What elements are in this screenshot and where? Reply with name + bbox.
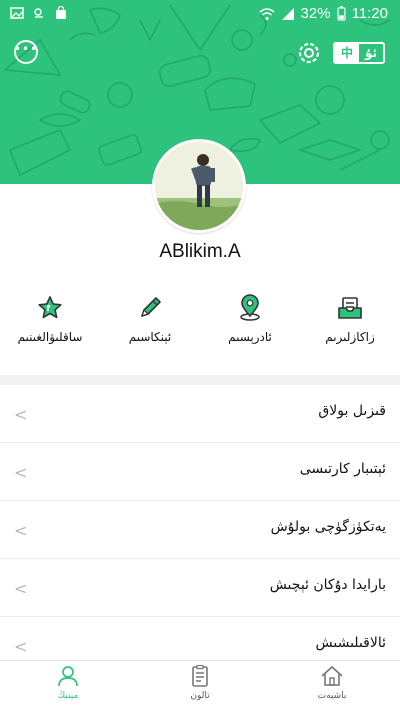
chevron-left-icon: < (14, 405, 28, 424)
menu-item-label: بارايدا دۇكان ئېچىش (269, 577, 386, 593)
battery-percent: 32% (300, 5, 331, 22)
menu-item-discount-card[interactable]: < ئېتىبار كارتىسى (0, 443, 400, 501)
quick-action-favorites[interactable]: ساقلىۋالغىنىم (0, 290, 100, 360)
quick-action-orders-label: زاكازلىرىم (325, 330, 375, 344)
menu-item-label: ئالاقىلىشىش (315, 635, 387, 651)
bottom-tab-bar: باشبەت تالون مېنىڭ (0, 660, 400, 711)
status-left-icons (10, 6, 68, 20)
menu-item-become-courier[interactable]: < يەتكۈزگۈچى بولۇش (0, 501, 400, 559)
menu-item-label: ئېتىبار كارتىسى (299, 461, 386, 477)
status-right: 32% 11:20 (259, 5, 388, 22)
chevron-left-icon: < (14, 521, 28, 540)
status-bar: 32% 11:20 (0, 0, 400, 30)
menu-item-label: يەتكۈزگۈچى بولۇش (270, 519, 386, 535)
quick-action-favorites-label: ساقلىۋالغىنىم (17, 330, 83, 344)
user-icon (58, 666, 78, 687)
battery-icon (337, 6, 346, 21)
menu-item-red-packet[interactable]: < قىزىل بولاق (0, 385, 400, 443)
weather-icon (34, 8, 43, 18)
tab-home[interactable]: باشبەت (292, 665, 372, 711)
home-icon (321, 665, 343, 686)
quick-action-address[interactable]: ئادرېسىم (200, 290, 300, 360)
shopping-bag-icon (56, 6, 66, 19)
orders-icon (338, 297, 362, 319)
image-icon (10, 7, 24, 19)
lang-chinese-option[interactable]: 中 (335, 44, 359, 62)
signal-icon (281, 7, 294, 20)
chevron-left-icon: < (14, 463, 28, 482)
tab-coupon-label: تالون (190, 691, 210, 701)
menu-item-label: قىزىل بولاق (318, 403, 386, 419)
location-pin-icon (240, 294, 260, 321)
star-icon (38, 296, 62, 319)
lang-uyghur-option[interactable]: ئۇ (359, 44, 383, 62)
quick-action-reviews[interactable]: ئېنكاسىم (100, 290, 200, 360)
chat-bubble-icon: ••• (13, 42, 39, 56)
profile-username: ABlikim.A (159, 241, 241, 262)
quick-action-reviews-label: ئېنكاسىم (128, 330, 172, 344)
tab-mine-label: مېنىڭ (57, 691, 79, 701)
tab-home-label: باشبەت (317, 691, 347, 701)
pencil-icon (141, 297, 161, 317)
avatar-photo (155, 142, 243, 230)
chevron-left-icon: < (14, 579, 28, 598)
language-toggle[interactable]: 中 ئۇ (333, 42, 385, 64)
clock: 11:20 (351, 5, 388, 22)
tab-coupon[interactable]: تالون (160, 665, 240, 711)
settings-gear-icon[interactable] (296, 40, 322, 66)
section-divider (0, 375, 400, 385)
message-button[interactable]: ••• (14, 40, 38, 64)
avatar[interactable] (152, 139, 246, 233)
quick-actions-row: زاكازلىرىم ئادرېسىم ئېنكاسىم ساقلىۋالغىن… (0, 290, 400, 360)
chevron-left-icon: < (14, 637, 28, 656)
coupon-icon (192, 665, 208, 687)
tab-mine[interactable]: مېنىڭ (28, 665, 108, 711)
quick-action-orders[interactable]: زاكازلىرىم (300, 290, 400, 360)
menu-list: < قىزىل بولاق < ئېتىبار كارتىسى < يەتكۈز… (0, 385, 400, 675)
menu-item-open-shop[interactable]: < بارايدا دۇكان ئېچىش (0, 559, 400, 617)
wifi-icon (259, 7, 275, 20)
quick-action-address-label: ئادرېسىم (228, 330, 272, 344)
